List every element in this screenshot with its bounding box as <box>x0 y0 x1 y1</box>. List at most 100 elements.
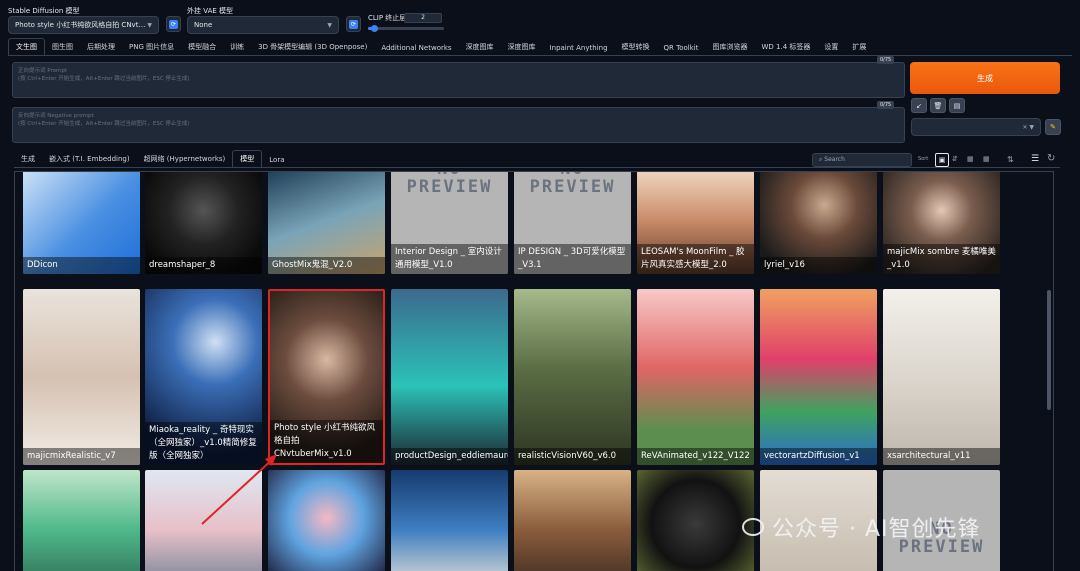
model-card[interactable]: xsarchitectural_v11 <box>883 289 1000 465</box>
tab-main-13[interactable]: 图库浏览器 <box>705 39 754 55</box>
model-card-name: realisticVisionV60_v6.0 <box>514 448 631 465</box>
model-card-name: DDicon <box>23 257 140 274</box>
read-params-button[interactable]: ↙ <box>911 98 927 113</box>
tab-main-16[interactable]: 扩展 <box>845 39 873 55</box>
generate-button[interactable]: 生成 <box>910 62 1060 94</box>
tree-view-button[interactable]: ☰ <box>1031 154 1039 164</box>
model-card-name: majicmixRealistic_v7 <box>23 448 140 465</box>
model-card-name: xsarchitectural_v11 <box>883 448 1000 465</box>
tab-extra-0[interactable]: 生成 <box>14 151 42 167</box>
tab-main-12[interactable]: QR Toolkit <box>657 41 706 55</box>
model-card[interactable]: NO PREVIEW IP DESIGN _ 3D可爱化模型_V3.1 <box>514 172 631 274</box>
extra-networks-button[interactable]: ▤ <box>949 98 965 113</box>
calendar-edit-icon: ▦ <box>983 155 990 163</box>
pencil-icon: ✎ <box>1050 123 1056 131</box>
model-card[interactable]: Photo style 小红书纯欲风格自拍 CNvtuberMix_v1.0 <box>268 289 385 465</box>
tab-extra-1[interactable]: 嵌入式 (T.I. Embedding) <box>42 151 137 167</box>
sort-order-icon: ⇅ <box>1007 155 1014 164</box>
model-card-name: Interior Design _ 室内设计通用模型_V1.0 <box>391 244 508 274</box>
negative-prompt-input[interactable]: 反向提示词 Negative prompt (按 Ctrl+Enter 开始生成… <box>12 107 905 143</box>
sd-model-select[interactable]: Photo style 小红书纯欲风格自拍 CNvtuberMix_... ▼ <box>8 16 159 34</box>
model-card[interactable]: majicmixRealistic_v7 <box>23 289 140 465</box>
model-card[interactable] <box>268 470 385 571</box>
model-card-name: Miaoka_reality _ 奇特现实（全网独家）_v1.0精简修复版（全网… <box>145 422 262 465</box>
folder-icon: ▣ <box>938 156 946 164</box>
vae-select[interactable]: None ▼ <box>187 16 339 34</box>
tab-main-1[interactable]: 图生图 <box>45 39 80 55</box>
model-card-name: IP DESIGN _ 3D可爱化模型_V3.1 <box>514 244 631 274</box>
model-card[interactable] <box>391 470 508 571</box>
model-card[interactable]: ReVAnimated_v122_V122 <box>637 289 754 465</box>
model-card[interactable]: majicMix sombre 麦橘唯美_v1.0 <box>883 172 1000 274</box>
vae-refresh-button[interactable]: ⟳ <box>346 16 361 32</box>
model-card-name: majicMix sombre 麦橘唯美_v1.0 <box>883 244 1000 274</box>
sort-alpha-icon: ⇵ <box>952 155 958 163</box>
watermark-text: 公众号 · AI智创先锋 <box>772 517 981 542</box>
model-card[interactable]: vectorartzDiffusion_v1 <box>760 289 877 465</box>
negative-token-counter: 0/75 <box>877 101 895 109</box>
styles-select[interactable]: ✕ ▼ <box>911 118 1041 136</box>
clip-slider[interactable] <box>368 25 444 32</box>
tab-main-4[interactable]: 模型融合 <box>181 39 223 55</box>
tab-main-14[interactable]: WD 1.4 标签器 <box>754 39 817 55</box>
sd-model-label: Stable Diffusion 模型 <box>8 7 80 15</box>
tab-extra-2[interactable]: 超网络 (Hypernetworks) <box>137 151 233 167</box>
clip-value-input[interactable]: 2 <box>404 13 442 23</box>
refresh-networks-button[interactable]: ↻ <box>1047 153 1055 164</box>
tab-main-6[interactable]: 3D 骨架模型编辑 (3D Openpose) <box>251 39 374 55</box>
no-preview-placeholder: NO PREVIEW <box>529 172 616 197</box>
no-preview-placeholder: NO PREVIEW <box>406 172 493 197</box>
sort-name-button[interactable]: ⇵ <box>952 155 958 163</box>
tab-main-10[interactable]: Inpaint Anything <box>543 41 615 55</box>
model-card[interactable] <box>145 470 262 571</box>
search-input[interactable]: ⌕ Search <box>812 153 912 167</box>
vae-value: None <box>194 21 213 29</box>
tab-main-15[interactable]: 设置 <box>817 39 845 55</box>
chevron-down-icon: ▼ <box>147 21 152 29</box>
tab-extra-3[interactable]: 模型 <box>232 150 263 167</box>
tab-main-5[interactable]: 训练 <box>223 39 251 55</box>
edit-style-button[interactable]: ✎ <box>1045 119 1061 135</box>
tab-main-9[interactable]: 深度图库 <box>501 39 543 55</box>
model-card-name: ReVAnimated_v122_V122 <box>637 448 754 465</box>
model-card[interactable]: realisticVisionV60_v6.0 <box>514 289 631 465</box>
model-card[interactable]: productDesign_eddiemauro20 <box>391 289 508 465</box>
sort-order-button[interactable]: ⇅ <box>1007 155 1014 164</box>
model-card[interactable]: Miaoka_reality _ 奇特现实（全网独家）_v1.0精简修复版（全网… <box>145 289 262 465</box>
model-card[interactable]: DDicon <box>23 172 140 274</box>
clipboard-icon: ▤ <box>953 101 961 110</box>
vae-label: 外挂 VAE 模型 <box>187 7 234 15</box>
sd-model-value: Photo style 小红书纯欲风格自拍 CNvtuberMix_... <box>15 21 147 29</box>
tab-main-7[interactable]: Additional Networks <box>374 41 458 55</box>
sort-date-button[interactable]: ▦ <box>967 155 974 163</box>
tab-main-11[interactable]: 模型转换 <box>615 39 657 55</box>
sort-modified-button[interactable]: ▦ <box>983 155 990 163</box>
calendar-icon: ▦ <box>967 155 974 163</box>
model-card-name: Photo style 小红书纯欲风格自拍 CNvtuberMix_v1.0 <box>270 420 383 463</box>
positive-prompt-input[interactable]: 正向提示词 Prompt (按 Ctrl+Enter 开始生成，Alt+Ente… <box>12 62 905 98</box>
tab-main-3[interactable]: PNG 图片信息 <box>122 39 181 55</box>
model-card-name: productDesign_eddiemauro20 <box>391 448 508 465</box>
model-card[interactable]: lyriel_v16 <box>760 172 877 274</box>
clip-slider-handle[interactable] <box>371 25 379 32</box>
sd-model-refresh-button[interactable]: ⟳ <box>166 16 181 32</box>
sort-path-button[interactable]: ▣ <box>935 153 949 167</box>
chevron-down-icon: ▼ <box>327 21 332 29</box>
tab-main-8[interactable]: 深度图库 <box>459 39 501 55</box>
model-card[interactable]: GhostMix鬼混_V2.0 <box>268 172 385 274</box>
tab-extra-4[interactable]: Lora <box>262 153 291 167</box>
model-card[interactable] <box>514 470 631 571</box>
gallery-scrollbar[interactable] <box>1047 290 1051 410</box>
model-card[interactable]: dreamshaper_8 <box>145 172 262 274</box>
tab-main-0[interactable]: 文生图 <box>8 38 45 55</box>
tab-main-2[interactable]: 后期处理 <box>80 39 122 55</box>
model-card-name: LEOSAM's MoonFilm _ 胶片风真实感大模型_2.0 <box>637 244 754 274</box>
clear-prompt-button[interactable]: 🗑 <box>930 98 946 113</box>
watermark: 公众号 · AI智创先锋 <box>742 512 1052 542</box>
model-card[interactable] <box>637 470 754 571</box>
model-card[interactable]: LEOSAM's MoonFilm _ 胶片风真实感大模型_2.0 <box>637 172 754 274</box>
refresh-icon: ⟳ <box>349 19 358 29</box>
model-card-name: dreamshaper_8 <box>145 257 262 274</box>
model-card[interactable] <box>23 470 140 571</box>
model-card[interactable]: NO PREVIEW Interior Design _ 室内设计通用模型_V1.… <box>391 172 508 274</box>
